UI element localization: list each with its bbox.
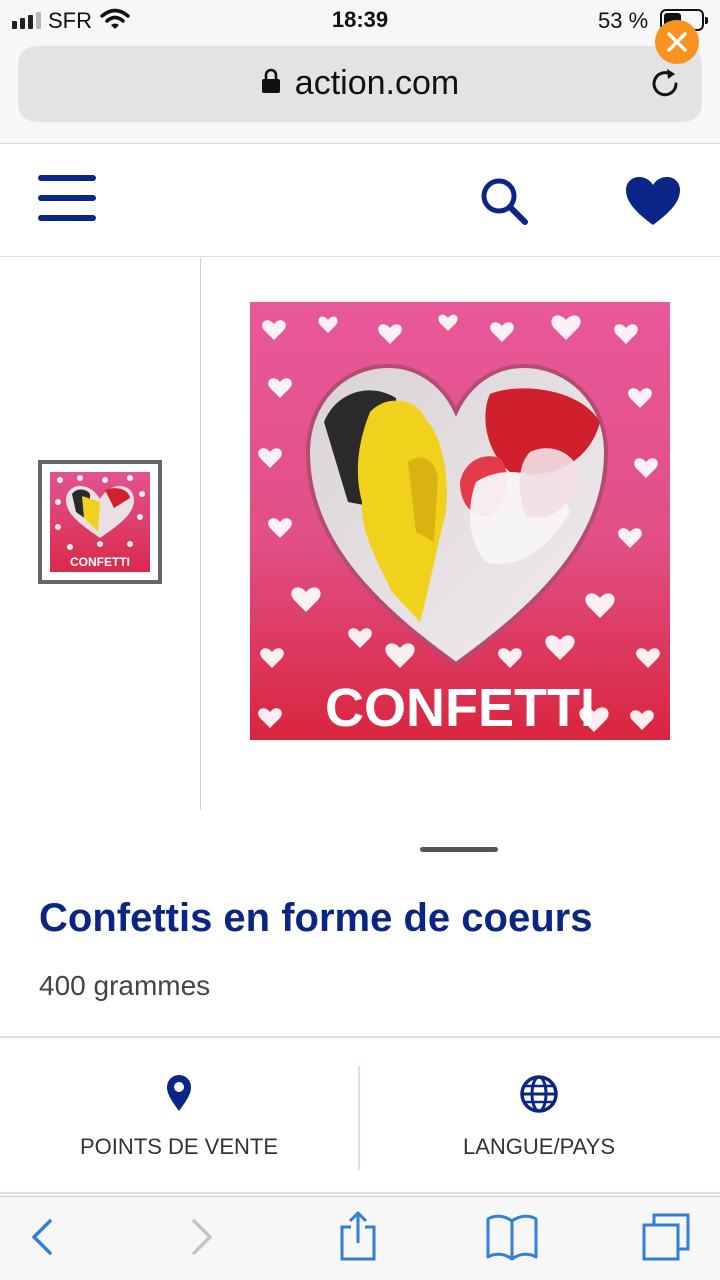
globe-icon [519,1074,559,1119]
stores-link[interactable]: POINTS DE VENTE [0,1038,358,1194]
carousel-indicator [420,847,498,852]
language-country-link[interactable]: LANGUE/PAYS [360,1038,718,1194]
browser-toolbar [0,1196,720,1280]
url-text: action.com [294,64,460,102]
chevron-right-icon[interactable] [188,1215,216,1264]
footer-links: POINTS DE VENTE LANGUE/PAYS [0,1036,720,1194]
search-icon[interactable] [478,175,532,234]
chevron-left-icon[interactable] [28,1215,56,1264]
location-pin-icon [165,1074,193,1117]
close-icon[interactable] [655,20,699,64]
product-gallery: CONFETTI CONFETTI [0,258,720,810]
hamburger-menu-icon[interactable] [38,175,96,223]
product-weight: 400 grammes [39,970,211,1001]
reload-icon[interactable] [650,66,682,105]
tabs-icon[interactable] [638,1211,692,1268]
gallery-divider [200,258,201,810]
product-thumbnail[interactable]: CONFETTI [38,460,162,584]
status-bar: SFR 18:39 53 % [0,0,720,40]
battery-percent: 53 % [598,8,649,33]
book-icon[interactable] [484,1213,540,1266]
lock-icon [261,68,281,99]
stores-link-label: POINTS DE VENTE [79,1134,279,1159]
browser-address-area: action.com [0,40,720,144]
site-header [0,145,720,257]
product-title: Confettis en forme de coeurs [39,896,593,940]
language-country-label: LANGUE/PAYS [462,1134,615,1159]
share-icon[interactable] [338,1209,378,1268]
thumb-label: CONFETTI [70,555,130,569]
heart-icon[interactable] [624,175,682,232]
product-image: CONFETTI [250,302,670,740]
image-label: CONFETTI [325,678,595,738]
address-bar[interactable]: action.com [18,46,702,122]
